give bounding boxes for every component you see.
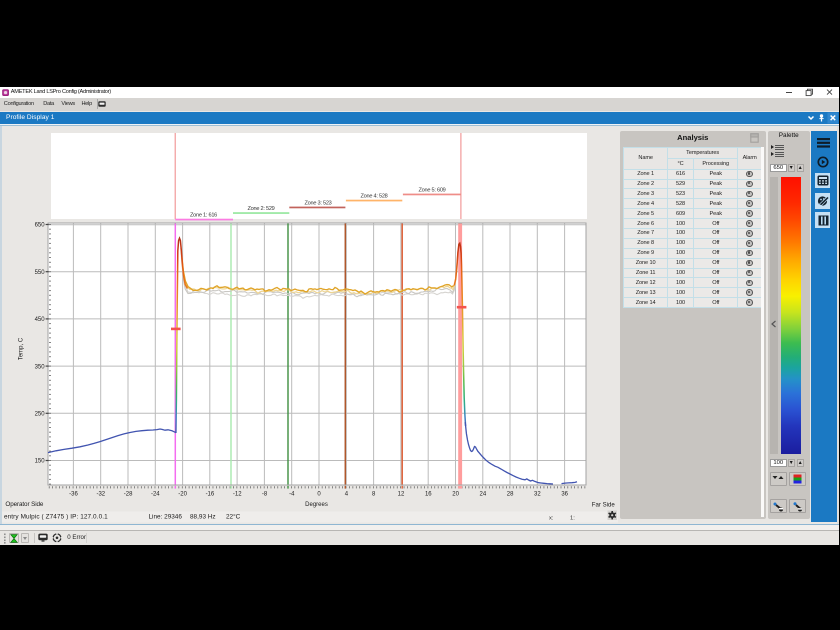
svg-text:12: 12 bbox=[398, 491, 405, 497]
svg-text:24: 24 bbox=[480, 491, 487, 497]
svg-text:36: 36 bbox=[561, 491, 568, 497]
svg-text:Zone 3: 523: Zone 3: 523 bbox=[304, 201, 331, 207]
svg-text:Temp, C: Temp, C bbox=[19, 337, 25, 360]
svg-text:88,93 Hz: 88,93 Hz bbox=[190, 514, 216, 521]
svg-text:8: 8 bbox=[372, 491, 376, 497]
svg-text:-24: -24 bbox=[151, 491, 160, 497]
svg-text:entry Mulpic ( Z7475 ) IP: 127: entry Mulpic ( Z7475 ) IP: 127.0.0.1 bbox=[4, 514, 108, 521]
svg-text:-36: -36 bbox=[69, 491, 78, 497]
svg-text:Zone 2: 529: Zone 2: 529 bbox=[247, 206, 274, 212]
svg-text:Degrees: Degrees bbox=[305, 502, 328, 508]
svg-text:450: 450 bbox=[35, 317, 46, 323]
svg-text:22°C: 22°C bbox=[226, 513, 241, 521]
svg-text:1:: 1: bbox=[570, 515, 575, 521]
svg-text:Line: 29346: Line: 29346 bbox=[149, 514, 183, 521]
svg-text:150: 150 bbox=[35, 459, 46, 465]
svg-text:Zone 4: 528: Zone 4: 528 bbox=[360, 194, 387, 200]
svg-text:-28: -28 bbox=[124, 491, 133, 497]
svg-text:28: 28 bbox=[507, 491, 514, 497]
svg-text:4: 4 bbox=[345, 491, 349, 497]
svg-text:20: 20 bbox=[452, 491, 459, 497]
svg-text:650: 650 bbox=[35, 223, 46, 229]
svg-text:-4: -4 bbox=[289, 491, 295, 497]
svg-text:16: 16 bbox=[425, 491, 432, 497]
svg-text:350: 350 bbox=[35, 364, 46, 370]
svg-text:-20: -20 bbox=[178, 491, 187, 497]
svg-text:-12: -12 bbox=[233, 491, 242, 497]
svg-text:-8: -8 bbox=[262, 491, 268, 497]
svg-text:x:: x: bbox=[549, 515, 554, 521]
svg-text:550: 550 bbox=[35, 270, 46, 276]
svg-text:Zone 1: 616: Zone 1: 616 bbox=[190, 213, 217, 219]
svg-text:-32: -32 bbox=[96, 491, 105, 497]
svg-text:Far Side: Far Side bbox=[592, 501, 616, 508]
svg-text:Zone 5: 609: Zone 5: 609 bbox=[418, 187, 445, 193]
svg-text:250: 250 bbox=[35, 412, 46, 418]
svg-text:-16: -16 bbox=[206, 491, 215, 497]
svg-text:Operator Side: Operator Side bbox=[5, 501, 43, 508]
svg-text:0: 0 bbox=[317, 491, 321, 497]
svg-text:32: 32 bbox=[534, 491, 541, 497]
